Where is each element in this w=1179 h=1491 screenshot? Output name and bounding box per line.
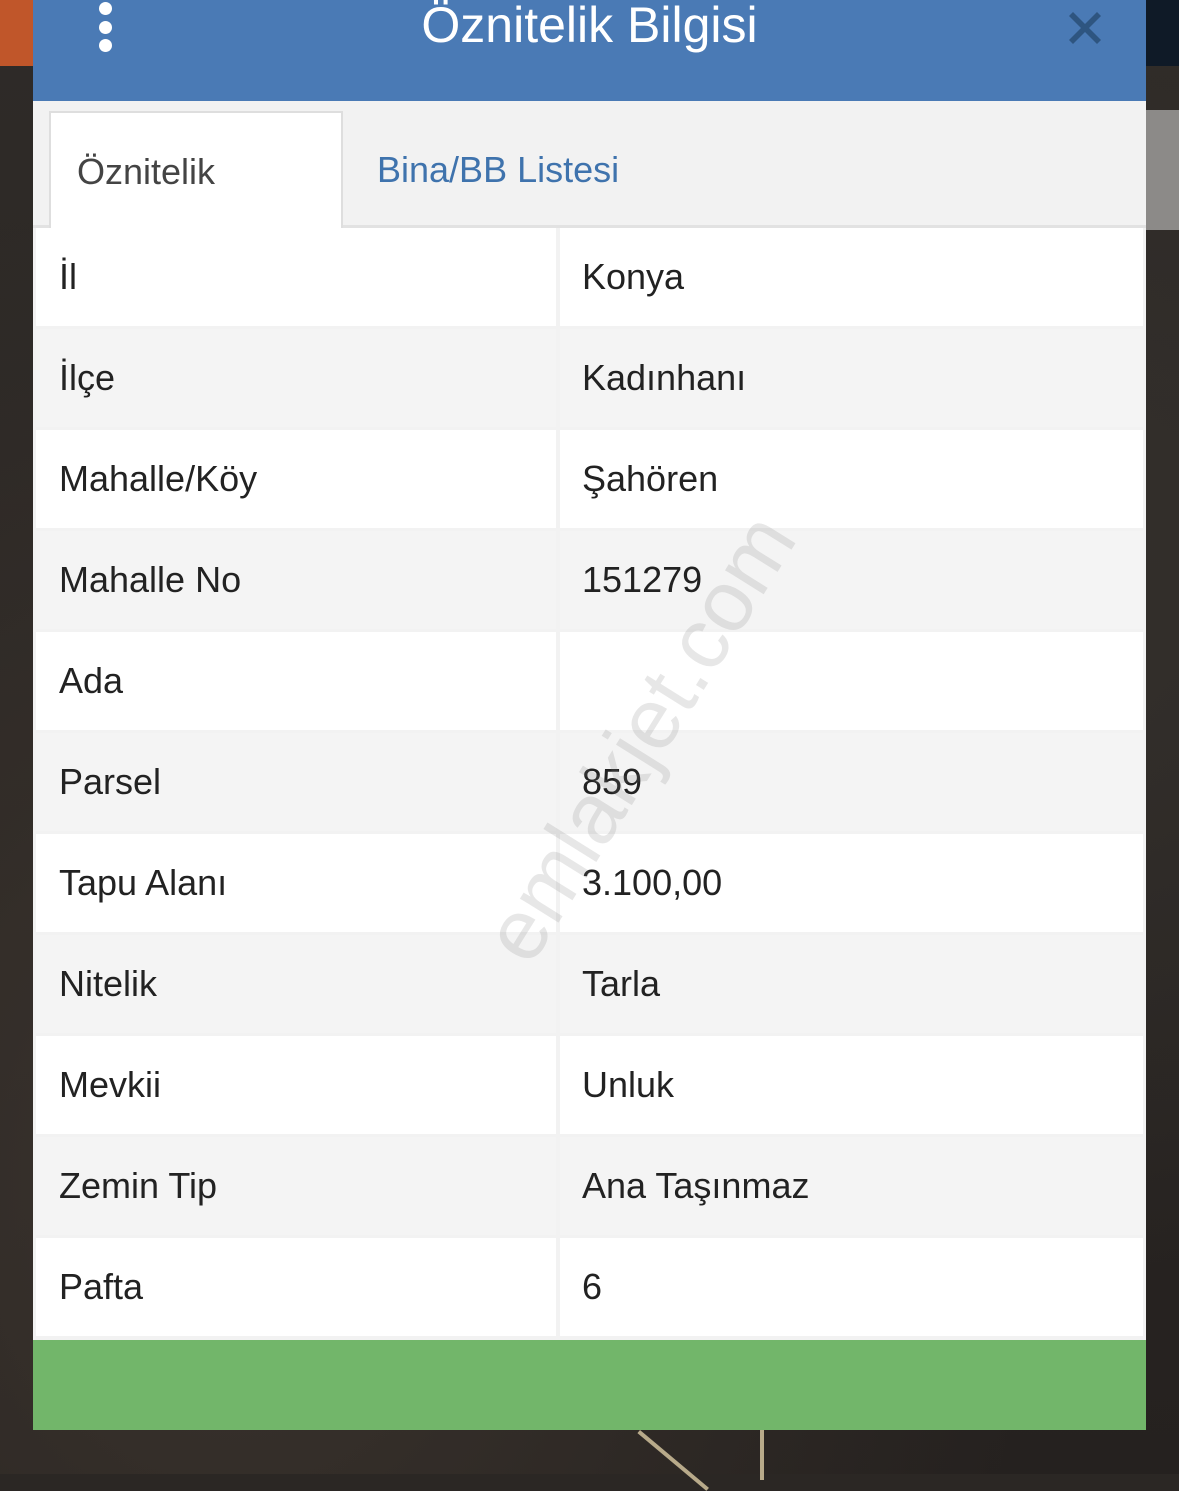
- tab-bar: Öznitelik Bilgisi Bina/BB Listesi: [33, 101, 1146, 309]
- row-label: Nitelik: [36, 935, 556, 1033]
- row-label: Tapu Alanı: [36, 834, 556, 932]
- map-tile: [0, 0, 33, 66]
- row-label: İlçe: [36, 329, 556, 427]
- close-icon[interactable]: [1063, 6, 1107, 50]
- row-label: Ada: [36, 632, 556, 730]
- table-row: İlçe Kadınhanı: [33, 329, 1146, 430]
- row-value: Ana Taşınmaz: [560, 1137, 1143, 1235]
- map-road: [760, 1430, 764, 1480]
- tab-attribute-info[interactable]: Öznitelik Bilgisi: [49, 111, 343, 309]
- row-value: [560, 632, 1143, 730]
- row-label: Parsel: [36, 733, 556, 831]
- row-label: Mahalle/Köy: [36, 430, 556, 528]
- table-row: İl Konya: [33, 228, 1146, 329]
- map-tile: [1146, 0, 1179, 66]
- table-row: Zemin Tip Ana Taşınmaz: [33, 1137, 1146, 1238]
- table-row: Tapu Alanı 3.100,00: [33, 834, 1146, 935]
- row-value: Kadınhanı: [560, 329, 1143, 427]
- table-row: Mahalle/Köy Şahören: [33, 430, 1146, 531]
- dialog-title: Öznitelik Bilgisi: [421, 0, 758, 53]
- row-value: 151279: [560, 531, 1143, 629]
- row-value: Şahören: [560, 430, 1143, 528]
- row-value: Tarla: [560, 935, 1143, 1033]
- tab-building-list[interactable]: Bina/BB Listesi: [351, 111, 645, 228]
- row-label: Mevkii: [36, 1036, 556, 1134]
- table-row: Pafta 6: [33, 1238, 1146, 1339]
- scrollbar[interactable]: [1146, 110, 1179, 230]
- table-row: Mahalle No 151279: [33, 531, 1146, 632]
- dialog-header: Öznitelik Bilgisi: [33, 0, 1146, 101]
- table-row: Nitelik Tarla: [33, 935, 1146, 1036]
- table-row: Ada: [33, 632, 1146, 733]
- table-row: Mevkii Unluk: [33, 1036, 1146, 1137]
- footer-bar: [33, 1340, 1146, 1430]
- row-label: Zemin Tip: [36, 1137, 556, 1235]
- row-label: Mahalle No: [36, 531, 556, 629]
- row-label: İl: [36, 228, 556, 326]
- row-value: 3.100,00: [560, 834, 1143, 932]
- row-value: Konya: [560, 228, 1143, 326]
- attribute-dialog: Öznitelik Bilgisi Öznitelik Bilgisi Bina…: [33, 0, 1146, 1430]
- row-value: 859: [560, 733, 1143, 831]
- row-label: Pafta: [36, 1238, 556, 1336]
- table-row: Parsel 859: [33, 733, 1146, 834]
- row-value: 6: [560, 1238, 1143, 1336]
- row-value: Unluk: [560, 1036, 1143, 1134]
